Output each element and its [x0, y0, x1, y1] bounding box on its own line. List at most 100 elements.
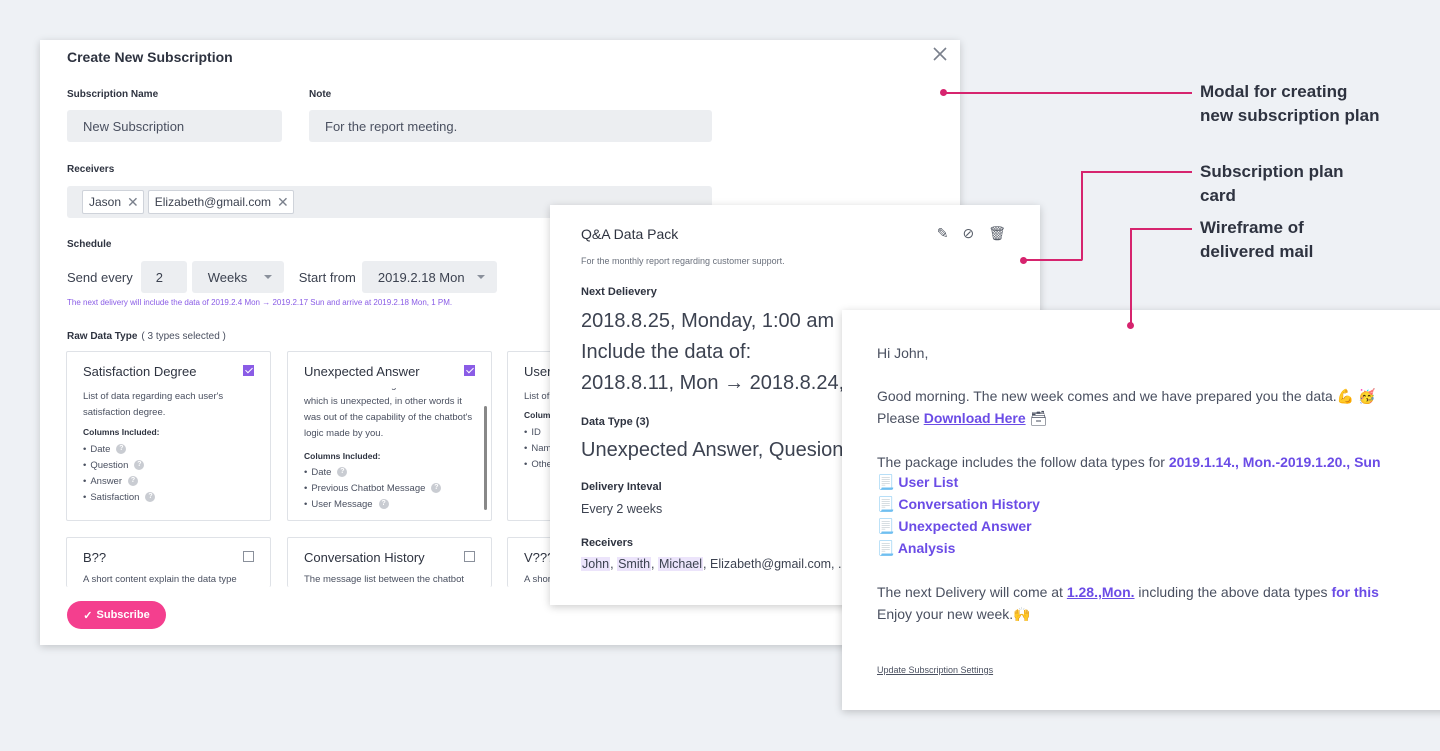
list-item: Othe [524, 456, 552, 472]
annotation-line [1130, 229, 1132, 325]
annotation-plan: Subscription plan card [1200, 162, 1344, 205]
list-item: Question? [83, 457, 155, 473]
list-item: 📃 Unexpected Answer [877, 518, 1032, 534]
help-icon[interactable]: ? [337, 467, 348, 477]
note-label: Note [309, 89, 332, 100]
trash-icon[interactable]: 🗑︎ [988, 225, 1006, 242]
interval-unit-select[interactable]: Weeks [191, 261, 284, 293]
data-type-card[interactable]: Satisfaction Degree List of data regardi… [66, 351, 271, 521]
raw-data-type-count: ( 3 types selected ) [141, 331, 226, 342]
help-icon[interactable]: ? [116, 444, 127, 454]
plan-title: Q&A Data Pack [581, 226, 679, 242]
checkbox-unchecked[interactable] [464, 551, 475, 562]
next-delivery-label: Next Delievery [581, 286, 657, 298]
list-item: 📃 User List [877, 474, 959, 490]
subscribe-button[interactable]: ✓ Subscribe [67, 601, 166, 629]
plan-receivers-label: Receivers [581, 537, 633, 549]
send-every-input[interactable]: 2 [140, 261, 187, 293]
update-settings-link[interactable]: Update Subscription Settings [877, 665, 993, 675]
columns-included-label: Columns Included: [83, 427, 160, 437]
card-title: Conversation History [304, 550, 425, 565]
card-title: Unexpected Answer [304, 364, 420, 379]
list-item: 📃 Analysis [877, 540, 956, 556]
columns-list: ID Nam Othe [524, 424, 552, 472]
caret-down-icon [476, 275, 485, 279]
mail-next-line: The next Delivery will come at 1.28.,Mon… [877, 584, 1379, 600]
caret-down-icon [263, 275, 272, 279]
annotation-mail: Wireframe of delivered mail [1200, 218, 1314, 261]
start-date-value: 2019.2.18 Mon [377, 269, 465, 285]
list-item: Date? [83, 441, 155, 457]
receiver-chip: Jason ✕ [82, 190, 144, 214]
receivers-label: Receivers [67, 164, 115, 175]
list-item: Date? [304, 464, 441, 480]
raw-data-type-label: Raw Data Type [67, 331, 138, 342]
disable-icon[interactable]: ⊘ [962, 225, 974, 242]
delivery-interval-label: Delivery Inteval [581, 481, 662, 493]
plan-receivers-value: John, Smith, Michael, Elizabeth@gmail.co… [581, 557, 842, 571]
mail-line1: Good morning. The new week comes and we … [877, 388, 1376, 404]
start-date-select[interactable]: 2019.2.18 Mon [361, 261, 497, 293]
card-description: The message list between the chatbot [304, 574, 465, 585]
list-item: Previous Chatbot Message? [304, 480, 442, 496]
checkbox-checked[interactable] [243, 365, 254, 376]
checkbox-checked[interactable] [464, 365, 475, 376]
start-from-label: Start from [298, 269, 356, 285]
receiver-chip-label: Elizabeth@gmail.com [154, 195, 271, 209]
note-input[interactable]: For the report meeting. [309, 110, 712, 142]
check-icon: ✓ [83, 609, 93, 622]
data-type-label: Data Type (3) [581, 416, 650, 428]
columns-list: Date? Question? Answer? Satisfaction? [83, 441, 156, 505]
list-item: Answer? [83, 473, 155, 489]
download-link[interactable]: Download Here [924, 410, 1026, 426]
mail-enjoy: Enjoy your new week.🙌 [877, 606, 1031, 622]
scroll-mask [288, 379, 491, 388]
annotation-modal: Modal for creating new subscription plan [1200, 82, 1380, 125]
document-icon: 📃 [877, 496, 899, 512]
list-item: ID [524, 424, 552, 440]
document-icon: 📃 [877, 474, 899, 490]
close-icon[interactable] [932, 46, 948, 62]
scrollbar[interactable] [484, 406, 487, 510]
help-icon[interactable]: ? [378, 499, 389, 509]
list-item: Nam [524, 440, 552, 456]
edit-icon[interactable]: ✎ [937, 225, 949, 242]
subscription-name-label: Subscription Name [67, 89, 159, 100]
data-type-card[interactable]: Unexpected Answer List of answers user g… [287, 351, 492, 521]
document-icon: 📃 [877, 540, 898, 556]
data-type-card[interactable]: Conversation History The message list be… [287, 537, 492, 587]
card-title: B?? [83, 550, 107, 565]
plan-subtitle: For the monthly report regarding custome… [581, 256, 785, 266]
document-icon: 📃 [877, 518, 899, 534]
plan-actions: ✎ ⊘ 🗑︎ [937, 225, 1006, 242]
remove-chip-icon[interactable]: ✕ [277, 195, 289, 209]
receiver-chip: Elizabeth@gmail.com ✕ [147, 190, 294, 214]
subscription-name-input[interactable]: New Subscription [67, 110, 282, 142]
help-icon[interactable]: ? [145, 492, 156, 502]
card-title: Satisfaction Degree [83, 364, 197, 379]
delivery-interval-value: Every 2 weeks [581, 502, 663, 516]
receiver-chip-label: Jason [89, 195, 122, 209]
annotation-line [1081, 171, 1192, 173]
raw-data-type-heading: Raw Data Type( 3 types selected ) [67, 331, 226, 342]
mail-package-line: The package includes the follow data typ… [877, 454, 1381, 470]
next-delivery-include: Include the data of: [581, 341, 752, 363]
list-item: User Message? [304, 496, 441, 512]
checkbox-unchecked[interactable] [243, 551, 254, 562]
next-delivery-range: 2018.8.11, Mon → 2018.8.24, S [581, 372, 864, 394]
columns-included-label: Columns Included: [304, 451, 381, 461]
file-box-icon: 🗃 [1029, 410, 1048, 426]
schedule-hint: The next delivery will include the data … [67, 298, 453, 307]
help-icon[interactable]: ? [134, 460, 145, 470]
mail-line2: Please Download Here 🗃 [877, 410, 1048, 426]
schedule-label: Schedule [67, 239, 112, 250]
subscribe-label: Subscribe [96, 609, 150, 621]
schedule-row: Send every 2 Weeks Start from 2019.2.18 … [67, 261, 497, 293]
help-icon[interactable]: ? [128, 476, 139, 486]
help-icon[interactable]: ? [431, 483, 442, 493]
mail-greeting: Hi John, [877, 345, 929, 361]
data-type-value: Unexpected Answer, Quesion [581, 439, 844, 461]
modal-title: Create New Subscription [67, 49, 233, 65]
data-type-card[interactable]: B?? A short content explain the data typ… [66, 537, 271, 587]
remove-chip-icon[interactable]: ✕ [127, 195, 139, 209]
